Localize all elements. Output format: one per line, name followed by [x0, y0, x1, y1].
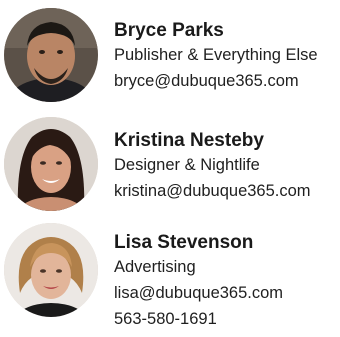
staff-email-link[interactable]: lisa@dubuque365.com [114, 280, 283, 306]
staff-role: Advertising [114, 258, 196, 276]
staff-card-kristina-nesteby: Kristina Nesteby Designer & Nightlife kr… [0, 110, 340, 220]
staff-role: Publisher & Everything Else [114, 46, 318, 64]
person-photo-icon [4, 223, 98, 317]
avatar-photo-kristina-nesteby [4, 117, 98, 211]
avatar-photo-bryce-parks [4, 8, 98, 102]
staff-card-bryce-parks: Bryce Parks Publisher & Everything Else … [0, 0, 340, 110]
staff-email-link[interactable]: kristina@dubuque365.com [114, 178, 311, 204]
staff-email-link[interactable]: bryce@dubuque365.com [114, 68, 318, 94]
staff-phone: 563-580-1691 [114, 310, 217, 328]
staff-role: Designer & Nightlife [114, 156, 260, 174]
staff-name: Bryce Parks [114, 20, 224, 41]
staff-card-lisa-stevenson: Lisa Stevenson Advertising lisa@dubuque3… [0, 220, 340, 337]
person-photo-icon [4, 117, 98, 211]
avatar-photo-lisa-stevenson [4, 223, 98, 317]
staff-name: Kristina Nesteby [114, 130, 264, 151]
staff-name: Lisa Stevenson [114, 232, 254, 253]
person-photo-icon [4, 8, 98, 102]
